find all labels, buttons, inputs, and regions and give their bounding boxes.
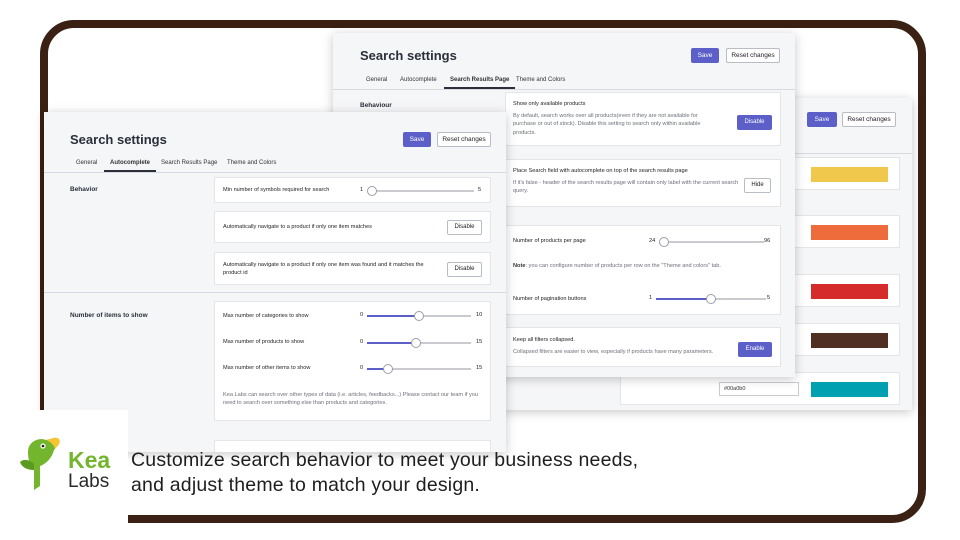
max-other-max: 15 xyxy=(476,365,483,371)
max-other-min: 0 xyxy=(360,365,364,371)
only-available-description: By default, search works over all produc… xyxy=(513,113,701,136)
reset-changes-button[interactable]: Reset changes xyxy=(842,112,896,127)
slider-fill xyxy=(367,315,419,317)
parrot-logo-icon xyxy=(20,437,60,490)
pagination-card: Number of products per page 24 96 Note: … xyxy=(505,225,781,315)
only-available-title: Show only available products xyxy=(513,101,586,107)
per-page-min: 24 xyxy=(649,238,656,244)
filters-title: Keep all filters collapsed. xyxy=(513,337,575,343)
save-button[interactable]: Save xyxy=(691,48,719,63)
slider-handle[interactable] xyxy=(367,186,377,196)
min-symbols-card: Min number of symbols required for searc… xyxy=(214,177,491,203)
logo-labs-text: Labs xyxy=(68,471,110,492)
per-page-label: Number of products per page xyxy=(513,238,586,244)
slider-fill xyxy=(367,342,416,344)
behavior-section-label: Behavior xyxy=(70,186,98,193)
max-products-label: Max number of products to show xyxy=(223,339,305,345)
nav-one-card: Automatically navigate to a product if o… xyxy=(214,211,491,243)
tabs-divider xyxy=(333,89,795,90)
panel-autocomplete: Search settings Save Reset changes Gener… xyxy=(44,112,506,452)
tab-theme-and-colors[interactable]: Theme and Colors xyxy=(516,77,565,83)
tab-theme-and-colors[interactable]: Theme and Colors xyxy=(227,160,276,166)
hide-button[interactable]: Hide xyxy=(744,178,771,193)
nav-one-found-label: Automatically navigate to a product if o… xyxy=(223,262,424,277)
tab-general[interactable]: General xyxy=(366,77,387,83)
promo-stage: Save Reset changes #00a0b0 r Search sett… xyxy=(0,0,960,540)
note-text: : you can configure number of products p… xyxy=(525,263,721,269)
only-available-card: Show only available products By default,… xyxy=(505,92,781,146)
disable-button[interactable]: Disable xyxy=(737,115,772,130)
max-categories-max: 10 xyxy=(476,312,483,318)
tagline-line-2: and adjust theme to match your design. xyxy=(131,474,481,496)
filters-card: Keep all filters collapsed. Collapsed fi… xyxy=(505,327,781,367)
items-card: Max number of categories to show 0 10 Ma… xyxy=(214,301,491,421)
max-products-min: 0 xyxy=(360,339,364,345)
tab-autocomplete[interactable]: Autocomplete xyxy=(103,160,157,172)
slider-handle[interactable] xyxy=(410,338,421,348)
max-products-slider[interactable] xyxy=(367,338,471,348)
slider-handle[interactable] xyxy=(414,311,424,321)
tab-search-results-page[interactable]: Search Results Page xyxy=(161,160,217,166)
page-title: Search settings xyxy=(360,48,457,63)
logo-kea-text: Kea xyxy=(68,447,111,473)
min-symbols-max: 5 xyxy=(478,187,482,193)
max-products-max: 15 xyxy=(476,339,483,345)
section-divider xyxy=(44,292,506,293)
pagination-slider[interactable] xyxy=(656,294,766,304)
search-field-title: Place Search field with autocomplete on … xyxy=(513,168,688,174)
slider-handle[interactable] xyxy=(706,294,716,304)
search-field-card: Place Search field with autocomplete on … xyxy=(505,159,781,207)
save-button[interactable]: Save xyxy=(403,132,431,147)
behaviour-section-label: Behaviour xyxy=(360,102,392,109)
reset-changes-button[interactable]: Reset changes xyxy=(437,132,491,147)
save-button[interactable]: Save xyxy=(807,112,837,127)
min-symbols-label: Min number of symbols required for searc… xyxy=(223,187,330,193)
tabs-divider xyxy=(44,172,506,173)
nav-one-label: Automatically navigate to a product if o… xyxy=(223,224,372,230)
max-categories-min: 0 xyxy=(360,312,364,318)
color-swatch-2[interactable] xyxy=(811,225,888,240)
color-swatch-1[interactable] xyxy=(811,167,888,182)
color-swatch-4[interactable] xyxy=(811,333,888,348)
max-categories-label: Max number of categories to show xyxy=(223,313,309,319)
max-other-slider[interactable] xyxy=(367,364,471,374)
reset-changes-button[interactable]: Reset changes xyxy=(726,48,780,63)
tab-search-results-page[interactable]: Search Results Page xyxy=(443,77,516,89)
nav-one-found-card: Automatically navigate to a product if o… xyxy=(214,252,491,285)
filters-description: Collapsed filters are easier to view, es… xyxy=(513,349,714,355)
per-page-note: Note: you can configure number of produc… xyxy=(513,263,721,269)
min-symbols-min: 1 xyxy=(360,187,364,193)
tab-autocomplete[interactable]: Autocomplete xyxy=(400,77,437,83)
pagination-label: Number of pagination buttons xyxy=(513,296,587,302)
max-other-label: Max number of other items to show xyxy=(223,365,311,371)
page-title: Search settings xyxy=(70,132,167,147)
tagline: Customize search behavior to meet your b… xyxy=(131,448,638,498)
disable-button[interactable]: Disable xyxy=(447,262,482,277)
per-page-slider[interactable] xyxy=(659,237,764,247)
items-section-label: Number of items to show xyxy=(70,312,148,319)
note-label: Note xyxy=(513,263,526,269)
pagination-min: 1 xyxy=(649,295,653,301)
disable-button[interactable]: Disable xyxy=(447,220,482,235)
color-swatch-5[interactable] xyxy=(811,382,888,397)
hex-color-input[interactable]: #00a0b0 xyxy=(719,382,799,396)
max-categories-slider[interactable] xyxy=(367,311,471,321)
slider-handle[interactable] xyxy=(382,364,393,374)
tab-bar: General Autocomplete Search Results Page… xyxy=(44,160,506,172)
pagination-max: 5 xyxy=(767,295,771,301)
color-swatch-3[interactable] xyxy=(811,284,888,299)
tab-bar: General Autocomplete Search Results Page… xyxy=(333,77,795,89)
enable-button[interactable]: Enable xyxy=(738,342,772,357)
tagline-line-1: Customize search behavior to meet your b… xyxy=(131,449,639,471)
slider-fill xyxy=(656,298,711,300)
tab-general[interactable]: General xyxy=(76,160,97,166)
per-page-max: 96 xyxy=(764,238,771,244)
items-note: Kea Labs can search over other types of … xyxy=(223,392,478,407)
min-symbols-slider[interactable] xyxy=(367,186,474,196)
search-field-description: If it's false - header of the search res… xyxy=(513,180,739,195)
slider-handle[interactable] xyxy=(659,237,669,247)
